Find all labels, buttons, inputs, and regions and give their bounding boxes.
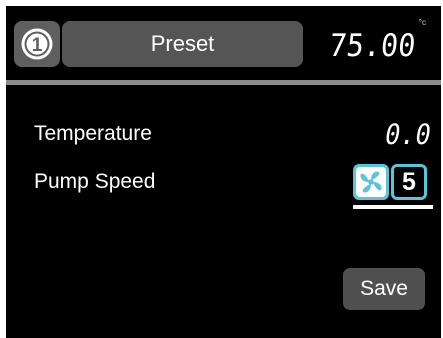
temperature-value[interactable]: 0.0 xyxy=(383,118,434,151)
pump-speed-selection-indicator xyxy=(353,205,433,209)
pump-speed-label: Pump Speed xyxy=(34,170,156,193)
header-divider xyxy=(6,80,441,85)
save-button[interactable]: Save xyxy=(343,268,425,310)
preset-index-button[interactable]: 1 xyxy=(14,21,60,67)
preset-number-icon: 1 xyxy=(21,28,53,60)
setpoint-unit: °c xyxy=(418,18,426,27)
pump-speed-value[interactable]: 5 xyxy=(391,164,427,200)
preset-button[interactable]: Preset xyxy=(62,21,303,67)
setpoint-temperature[interactable]: 75.00 xyxy=(327,26,417,66)
preset-index-number: 1 xyxy=(32,35,43,56)
temperature-label: Temperature xyxy=(34,122,152,145)
display-panel: 1 Preset 75.00 °c Temperature 0.0 Pump S… xyxy=(6,6,441,338)
fan-icon-button[interactable] xyxy=(353,164,389,200)
device-screen: 1 Preset 75.00 °c Temperature 0.0 Pump S… xyxy=(0,0,443,338)
pump-speed-control[interactable]: 5 xyxy=(353,164,433,200)
fan-icon xyxy=(356,167,386,197)
